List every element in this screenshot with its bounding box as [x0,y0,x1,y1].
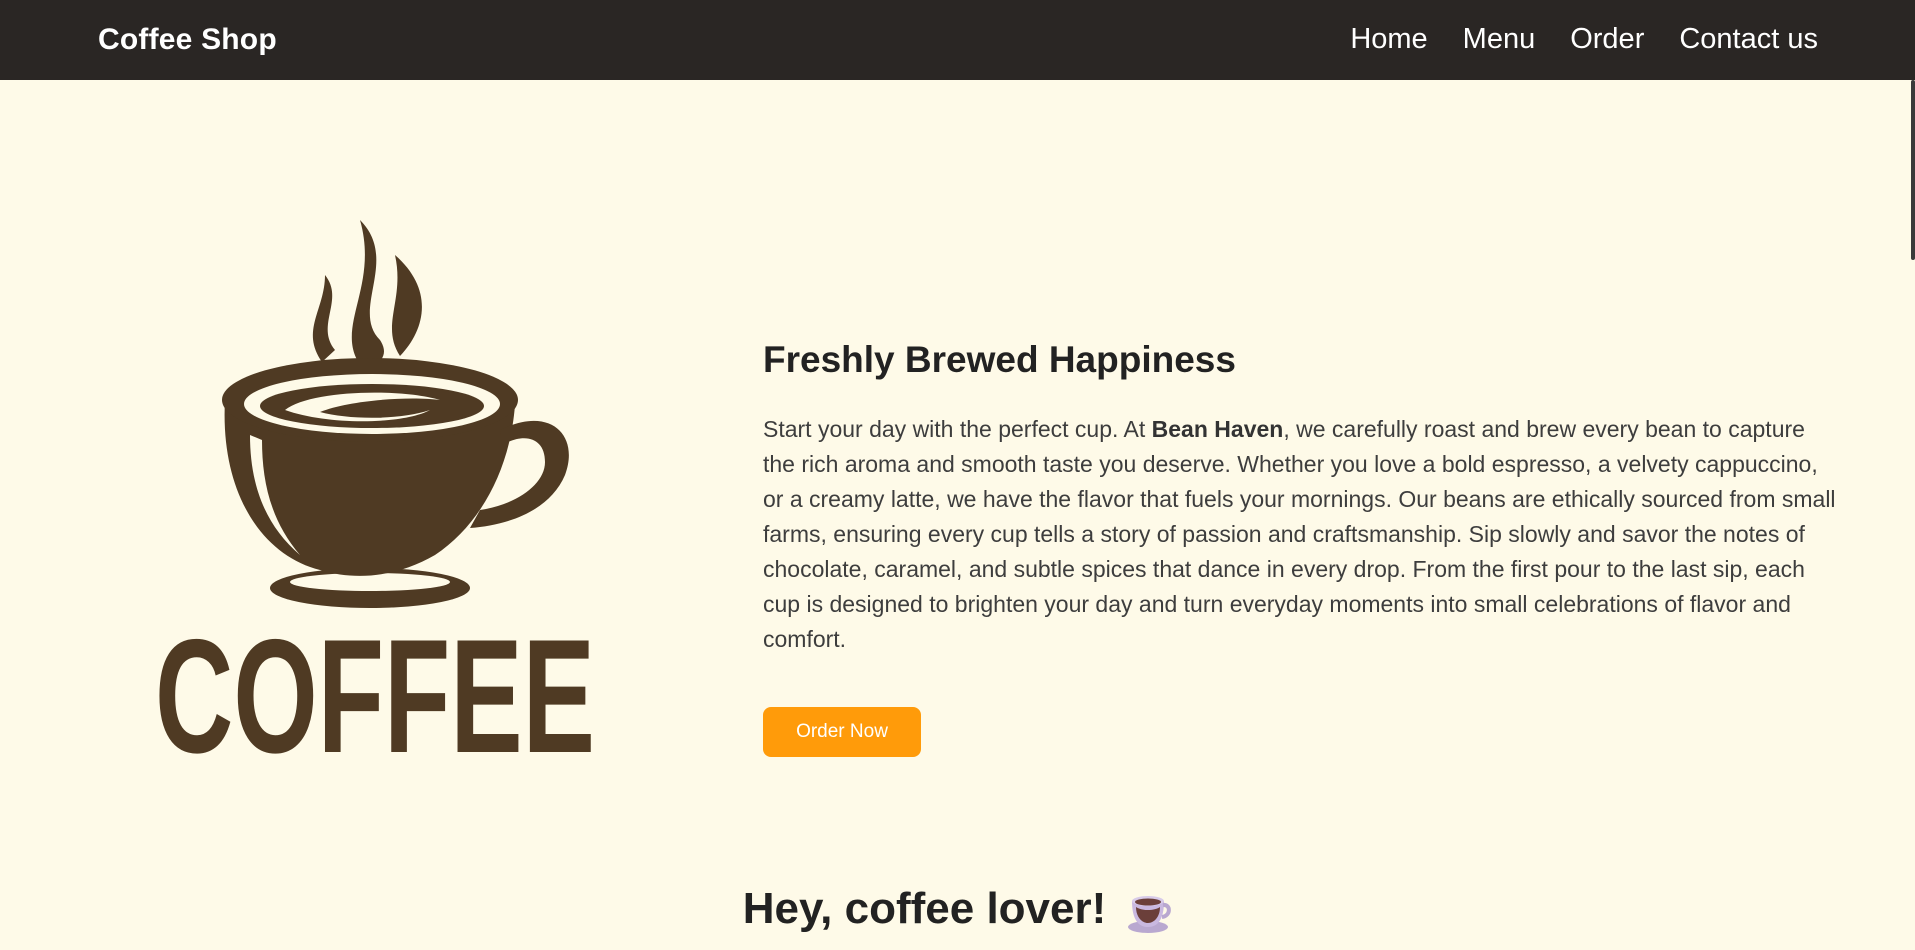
nav-link-order[interactable]: Order [1570,20,1644,58]
order-now-button[interactable]: Order Now [763,707,921,757]
hero-description: Start your day with the perfect cup. At … [763,412,1843,657]
scrollbar-thumb[interactable] [1911,80,1915,260]
greeting-text: Hey, coffee lover! [742,884,1107,933]
nav-link-home[interactable]: Home [1350,20,1427,58]
navbar: Coffee Shop Home Menu Order Contact us [0,0,1915,80]
nav-link-contact[interactable]: Contact us [1679,20,1818,58]
nav-link-menu[interactable]: Menu [1463,20,1536,58]
coffee-cup-icon [1128,896,1172,934]
coffee-cup-logo-icon: COFFEE [155,220,595,787]
greeting-heading: Hey, coffee lover! [0,878,1915,940]
nav-links: Home Menu Order Contact us [1350,20,1818,58]
hero-desc-intro: Start your day with the perfect cup. At [763,416,1152,442]
hero-content: Freshly Brewed Happiness Start your day … [763,336,1843,757]
brand-logo-text[interactable]: Coffee Shop [98,22,277,58]
hero-desc-rest: , we carefully roast and brew every bean… [763,416,1836,652]
coffee-logo: COFFEE [150,210,610,787]
hero-title: Freshly Brewed Happiness [763,339,1236,380]
brand-name: Bean Haven [1151,416,1284,442]
logo-text: COFFEE [155,606,595,770]
